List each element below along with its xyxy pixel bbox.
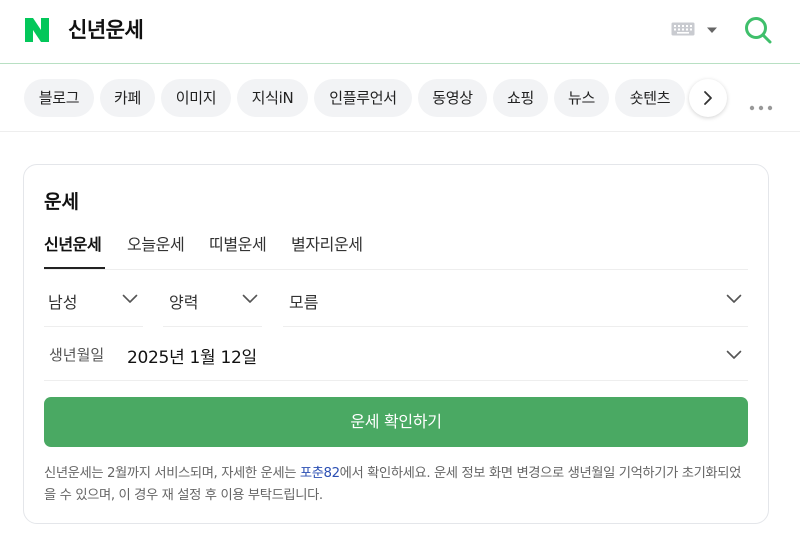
birthdate-value: 2025년 1월 12일 [127, 348, 257, 368]
chevron-down-icon [726, 350, 742, 359]
naver-logo-icon[interactable] [23, 16, 51, 44]
tabs-next-button[interactable] [689, 79, 727, 117]
birthdate-label: 생년월일 [49, 346, 105, 364]
gender-select[interactable]: 남성 [44, 273, 143, 327]
tab-blog[interactable]: 블로그 [24, 79, 94, 117]
birth-time-value: 모름 [289, 293, 319, 312]
chevron-down-icon [242, 294, 258, 303]
check-fortune-button[interactable]: 운세 확인하기 [44, 397, 748, 447]
chevron-down-icon [726, 294, 742, 303]
service-notice: 신년운세는 2월까지 서비스되며, 자세한 운세는 포춘82에서 확인하세요. … [44, 463, 752, 507]
search-vertical-tabs: 블로그 카페 이미지 지식iN 인플루언서 동영상 쇼핑 뉴스 숏텐츠 [0, 65, 800, 132]
tab-image[interactable]: 이미지 [161, 79, 231, 117]
tab-kin[interactable]: 지식iN [237, 79, 308, 117]
search-icon[interactable] [743, 15, 773, 45]
tab-cafe[interactable]: 카페 [100, 79, 155, 117]
calendar-type-select[interactable]: 양력 [163, 273, 262, 327]
chevron-right-icon [704, 91, 712, 105]
keyboard-icon[interactable] [671, 21, 695, 37]
notice-text-before: 신년운세는 2월까지 서비스되며, 자세한 운세는 [44, 466, 300, 481]
card-title: 운세 [44, 191, 79, 213]
tab-new-year-fortune[interactable]: 신년운세 [44, 231, 102, 255]
tab-shopping[interactable]: 쇼핑 [493, 79, 548, 117]
birthdate-select[interactable]: 생년월일 2025년 1월 12일 [44, 327, 748, 381]
search-query-text[interactable]: 신년운세 [68, 14, 144, 44]
birth-time-select[interactable]: 모름 [283, 273, 748, 327]
fortune-card: 운세 신년운세 오늘운세 띠별운세 별자리운세 남성 양력 모름 생년월일 20… [23, 164, 769, 524]
fortune-tabs: 신년운세 오늘운세 띠별운세 별자리운세 [44, 229, 748, 270]
gender-value: 남성 [48, 293, 78, 312]
tab-news[interactable]: 뉴스 [554, 79, 609, 117]
more-dots-icon[interactable] [748, 96, 774, 111]
tab-constellation-fortune[interactable]: 별자리운세 [291, 231, 363, 255]
tab-shortents[interactable]: 숏텐츠 [615, 79, 685, 117]
calendar-type-value: 양력 [169, 293, 199, 312]
chevron-down-icon [122, 294, 138, 303]
tab-video[interactable]: 동영상 [418, 79, 487, 117]
caret-down-icon[interactable] [705, 22, 719, 36]
tab-today-fortune[interactable]: 오늘운세 [127, 231, 185, 255]
tab-zodiac-animal-fortune[interactable]: 띠별운세 [209, 231, 267, 255]
active-tab-underline [44, 267, 105, 269]
tab-influencer[interactable]: 인플루언서 [314, 79, 412, 117]
top-header: 신년운세 [0, 0, 800, 64]
fortune82-link[interactable]: 포춘82 [300, 466, 340, 481]
